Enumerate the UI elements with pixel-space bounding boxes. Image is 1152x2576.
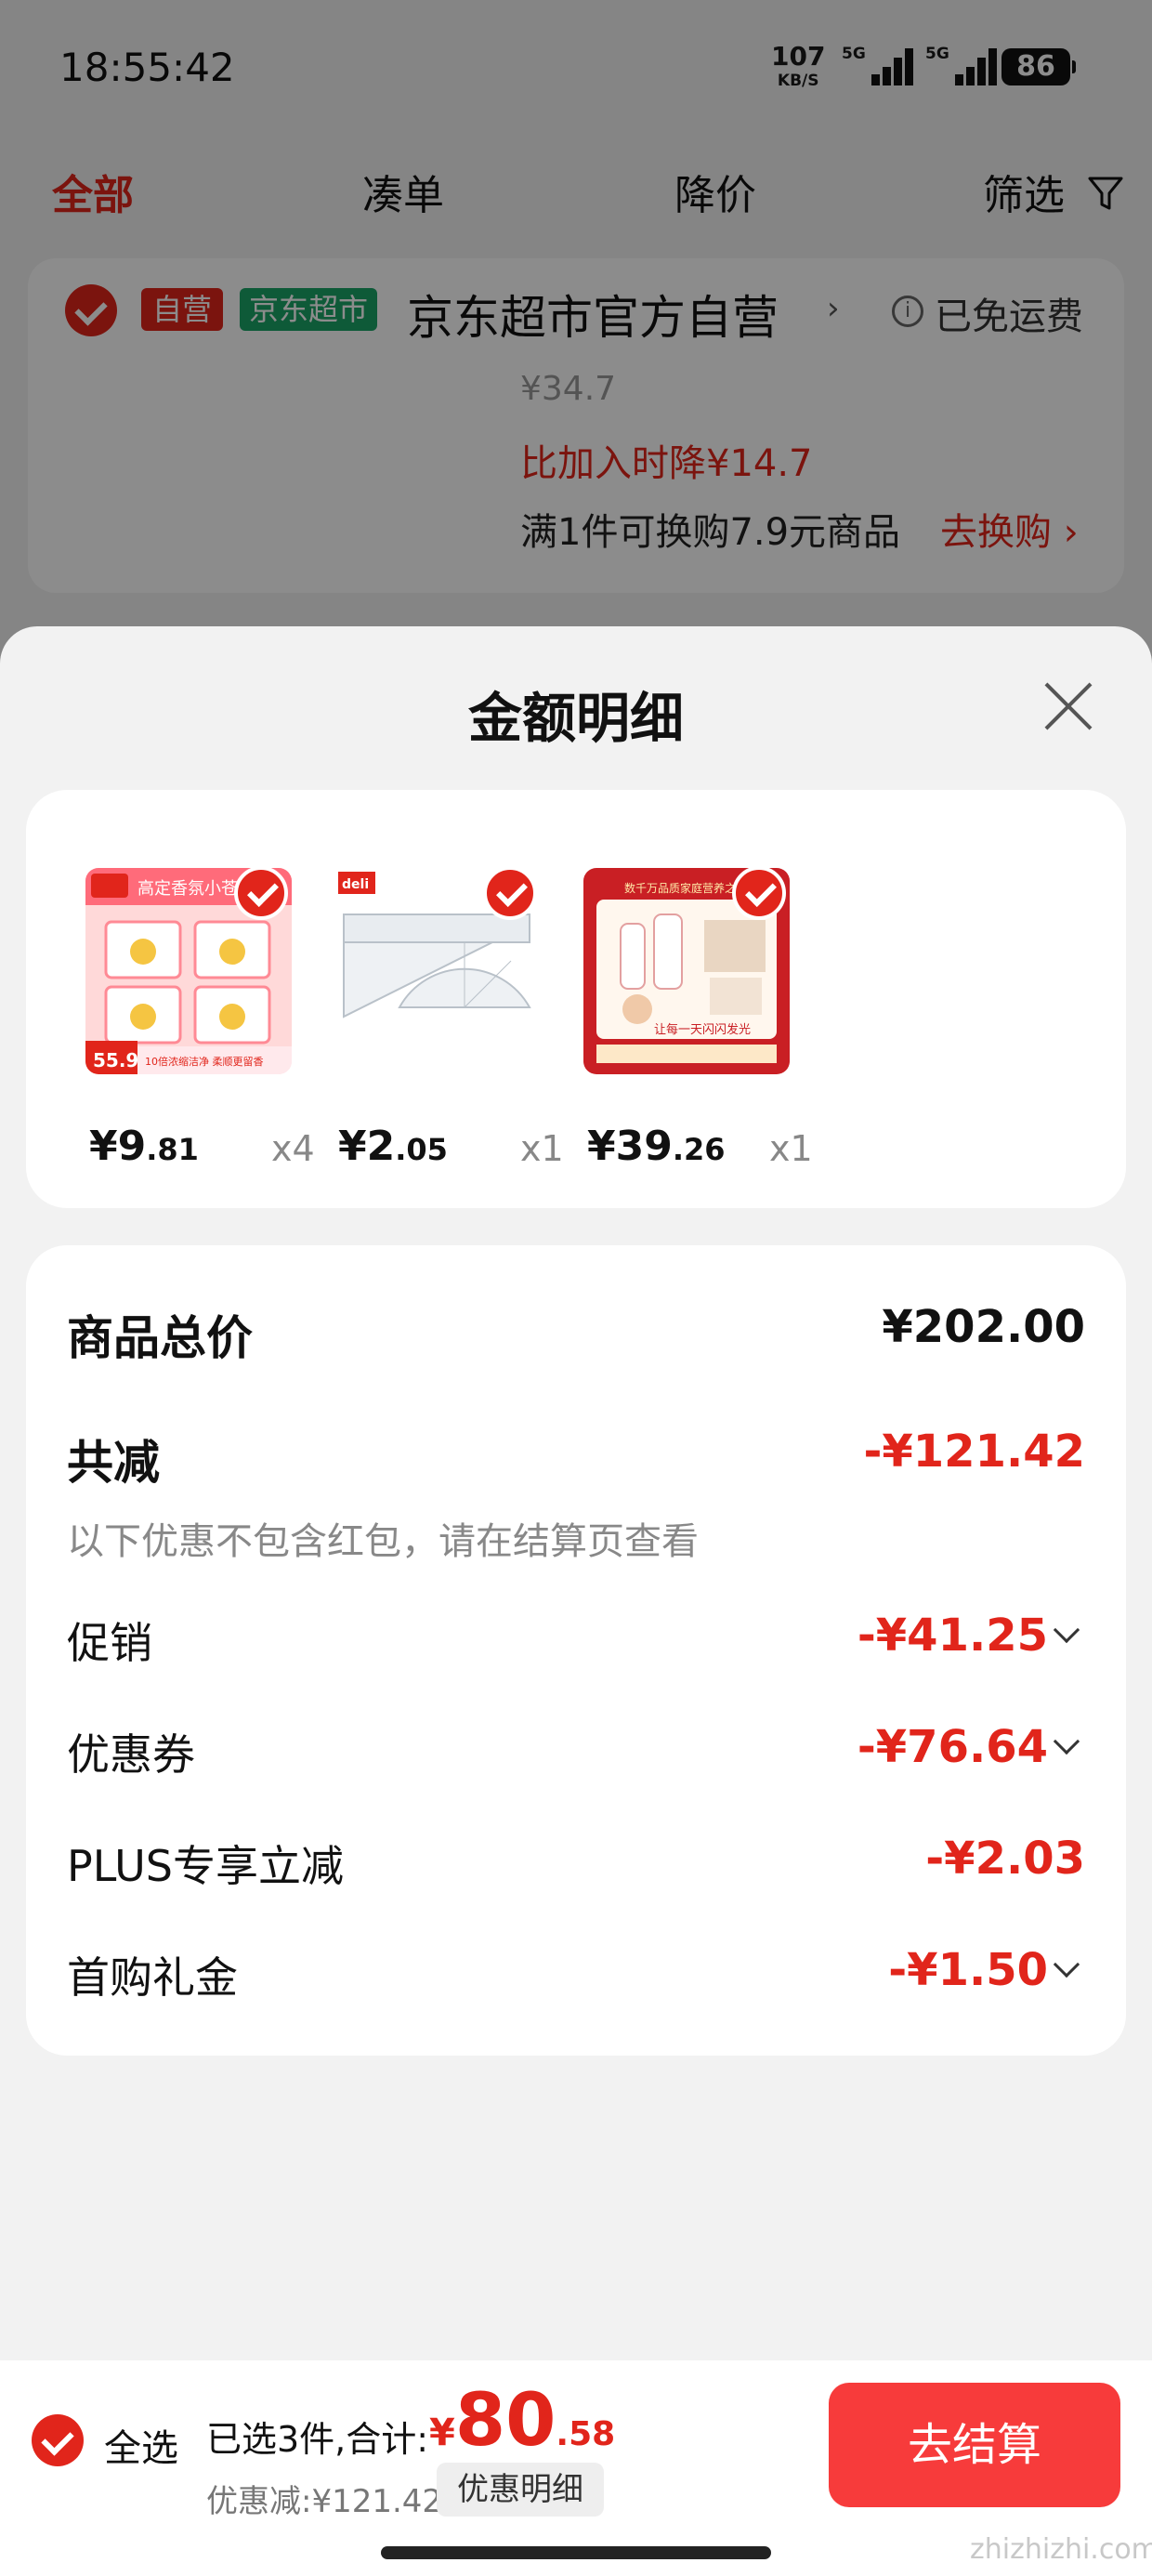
product-quantity: x1 [769,1128,813,1169]
first-purchase-label: 首购礼金 [67,1952,238,2003]
product-checkbox[interactable] [234,866,288,920]
product-image-caption: 让每一天闪闪发光 [654,1022,751,1037]
promotion-label: 促销 [67,1618,152,1668]
plus-discount-value: -¥2.03 [925,1833,1085,1885]
home-indicator[interactable] [381,2546,771,2559]
product-item[interactable]: deli ¥2.05 x1 [297,844,564,1170]
reduction-note: 以下优惠不包含红包，请在结算页查看 [67,1520,699,1563]
checkout-button[interactable]: 去结算 [829,2383,1120,2507]
product-image-brand: deli [342,877,369,892]
price-summary: 商品总价 ¥202.00 共减 -¥121.42 以下优惠不包含红包，请在结算页… [26,1245,1126,2056]
product-image-caption: 10倍浓缩洁净 柔顺更留香 [145,1055,264,1068]
product-item[interactable]: 高定香氛小苍兰 55.9 10倍浓缩洁净 柔顺更留香 ¥9.81 x4 [48,844,315,1170]
selected-count: 已选3件,合计: [206,2419,429,2460]
chevron-down-icon[interactable] [1053,1951,1080,1978]
watermark: zhizhizhi.com [970,2533,1152,2566]
select-all-label[interactable]: 全选 [104,2418,178,2472]
discount-amount: 优惠减:¥121.42 [206,2483,443,2520]
product-image-badge: 55.9 [93,1049,138,1071]
coupon-label: 优惠券 [67,1729,195,1780]
product-price: ¥39.26 [587,1123,726,1170]
checkout-bar: 全选 已选3件,合计: ¥80.58 优惠减:¥121.42 优惠明细 去结算 … [0,2360,1152,2576]
chevron-down-icon[interactable] [1053,1728,1080,1755]
amount-detail-sheet: 金额明细 高定香氛小苍兰 55.9 10倍浓缩洁净 柔顺更留香 ¥9.81 x4… [0,626,1152,2576]
goods-total-value: ¥202.00 [882,1301,1085,1353]
chevron-down-icon[interactable] [1053,1616,1080,1644]
total-price: ¥80.58 [429,2379,616,2463]
select-all-checkbox[interactable] [32,2414,84,2466]
promotion-value[interactable]: -¥41.25 [857,1610,1048,1662]
sheet-title: 金额明细 [467,687,684,750]
product-checkbox[interactable] [483,866,537,920]
close-icon[interactable] [1041,678,1096,734]
goods-total-label: 商品总价 [67,1311,253,1365]
product-checkbox[interactable] [732,866,786,920]
first-purchase-value[interactable]: -¥1.50 [888,1944,1048,1996]
coupon-value[interactable]: -¥76.64 [857,1721,1048,1773]
product-item[interactable]: 数千万品质家庭营养之选 让每一天闪闪发光 ¥39.26 x1 [546,844,813,1170]
discount-detail-button[interactable]: 优惠明细 [437,2463,604,2517]
product-image-title: 数千万品质家庭营养之选 [624,881,747,895]
total-reduction-label: 共减 [67,1436,160,1490]
total-reduction-value: -¥121.42 [863,1426,1085,1478]
modal-overlay[interactable] [0,0,1152,669]
plus-discount-label: PLUS专享立减 [67,1841,344,1891]
product-price: ¥2.05 [338,1123,448,1170]
product-price: ¥9.81 [89,1123,199,1170]
product-strip: 高定香氛小苍兰 55.9 10倍浓缩洁净 柔顺更留香 ¥9.81 x4 deli… [26,790,1126,1208]
